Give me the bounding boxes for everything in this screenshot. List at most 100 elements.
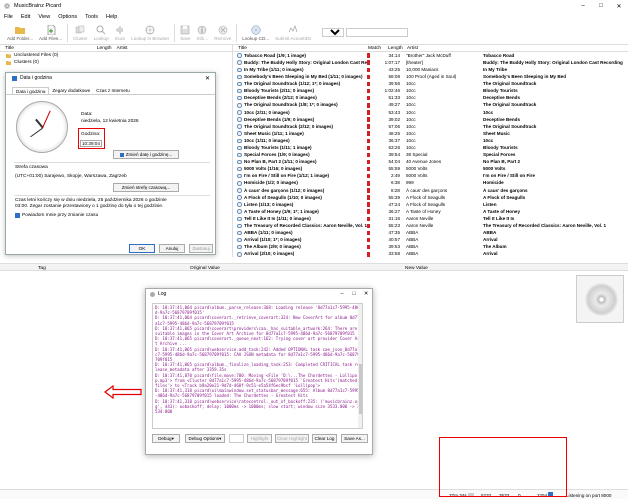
save-as-button[interactable]: Save As... [341,434,368,443]
submit-acoustids-button[interactable]: Submit AcoustIDs [272,22,314,44]
close-icon[interactable]: ✕ [205,75,210,82]
ok-button[interactable]: OK [129,244,155,253]
dialog-title: Data i godzina [20,75,52,81]
clear-log-button[interactable]: Clear Log [312,434,337,443]
maximize-icon[interactable]: □ [348,291,360,297]
album-row[interactable]: 5000 Volts (1/16; 0 images) 55:59 5000 Vol… [233,166,628,173]
notify-checkbox[interactable] [15,213,20,218]
album-row[interactable]: Tell It Like It Is (1/11; 0 images) 31:16… [233,215,628,222]
column-artist[interactable]: Artist [407,46,418,51]
info-button[interactable]: Info... [194,22,212,44]
album-row-title: Buddy: The Buddy Holly Story: Original L… [244,59,369,65]
cancel-button[interactable]: Anuluj [159,244,185,253]
log-scrollbar[interactable] [358,304,362,428]
album-row[interactable]: Arrival (1/10; 1*; 0 images) 40:57 ABBA Arr… [233,236,628,243]
lookup-cd-button[interactable]: Lookup CD... [239,22,272,44]
change-datetime-button[interactable]: Zmień datę i godzinę... [113,150,179,159]
album-row[interactable]: Buddy: The Buddy Holly Story: Original L… [233,59,628,66]
maximize-icon[interactable]: □ [592,3,610,10]
column-title[interactable]: Title [0,46,14,51]
column-match[interactable]: Match [368,46,381,51]
column-new-value[interactable]: New Value [405,266,428,271]
cluster-button[interactable]: Cluster [70,22,91,44]
column-title[interactable]: Title [238,46,247,51]
album-row[interactable]: À caus' des garçons (1/12; 0 images) 8:28… [233,187,628,194]
tab-additional-clocks[interactable]: Zegary dodatkowe [49,87,93,94]
menu-file[interactable]: File [4,14,13,20]
log-line: D: 10:37:41,870 picard\file.move:700: Mo… [155,372,358,389]
album-row[interactable]: Sheet Music (1/11; 1 image) 48:25 10cc Shee… [233,130,628,137]
lookup-button[interactable]: Lookup [91,22,112,44]
column-original-value[interactable]: Original Value [190,266,220,271]
highlight-button[interactable]: Highlight [247,434,272,443]
album-row[interactable]: In My Tribe (1/11; 0 images) 43:25 10,000 … [233,66,628,73]
album-row[interactable]: Homicide (1/2; 0 images) 6:38 999 Homicide [233,180,628,187]
column-artist[interactable]: Artist [112,46,128,51]
album-row[interactable]: Bloody Tourists (1/11; 1 image) 53:26 10cc… [233,144,628,151]
scan-button[interactable]: Scan [112,22,128,44]
close-icon[interactable]: ✕ [610,3,628,10]
search-type-select[interactable]: Album [322,28,345,37]
album-row[interactable]: Tobacco Road (1/9; 1 image) 34:14 "Brother… [233,52,628,59]
log-text-area[interactable]: D: 10:37:41,064 picard\album._parse_rele… [152,303,363,429]
clusters-item[interactable]: Clusters (0) [0,59,232,66]
add-folder-button[interactable]: Add Folder... [4,22,36,44]
minimize-icon[interactable]: – [574,3,592,10]
album-row[interactable]: 10cc (1/11; 0 images) 36:37 10cc 10cc [233,137,628,144]
menu-options[interactable]: Options [58,14,77,20]
album-row[interactable]: Somebody's Been Sleeping in My Bed (1/11… [233,73,628,80]
album-row-album: Bloody Tourists [483,88,518,94]
column-tag[interactable]: Tag [38,266,46,271]
change-timezone-button[interactable]: Zmień strefę czasową... [113,183,179,192]
album-row-title: Arrival (1/10; 1*; 0 images) [244,237,302,243]
album-row[interactable]: The Original Soundtrack (2/12; 0 images)… [233,123,628,130]
album-row-album: Arrival [483,251,498,257]
debug-options-button[interactable]: Debug Options ▾ [185,434,225,443]
album-row[interactable]: The Treasury of Recorded Classics: Aaron… [233,222,628,229]
highlight-input[interactable] [229,434,244,443]
album-row[interactable]: The Original Soundtrack (1/12; 1*; 0 ima… [233,80,628,87]
album-row[interactable]: 10cc (2/11; 0 images) 53:43 10cc 10cc [233,109,628,116]
column-length[interactable]: Length [388,46,403,51]
menu-edit[interactable]: Edit [21,14,30,20]
album-row[interactable]: The Album (2/9; 0 images) 39:53 ABBA The Al… [233,244,628,251]
album-row[interactable]: Deceptive Bends (1/9; 0 images) 39:02 10cc… [233,116,628,123]
album-row[interactable]: No Plan B, Part 2 (1/11; 0 images) 54:04 4… [233,158,628,165]
album-row[interactable]: Deceptive Bends (2/12; 0 images) 51:33 10c… [233,95,628,102]
album-row-album: Deceptive Bends [483,116,521,122]
minimize-icon[interactable]: – [336,291,348,297]
add-files-button[interactable]: Add Files... [36,22,65,44]
column-length[interactable]: Length [92,46,112,51]
scan-icon [115,25,123,34]
match-indicator [367,159,370,165]
album-row[interactable]: ABBA (1/11; 0 images) 47:35 ABBA ABBA [233,229,628,236]
album-row[interactable]: Arrival (2/10; 0 images) 33:58 ABBA Arrival [233,251,628,258]
album-row-artist: 10cc [406,88,416,94]
menu-tools[interactable]: Tools [85,14,98,20]
album-row[interactable]: Listen (1/13; 0 images) 47:24 A Flock of S… [233,201,628,208]
debug-level-select[interactable]: Debug ▾ [152,434,180,443]
album-row[interactable]: A Flock of Seagulls (1/10; 0 images) 55:3… [233,194,628,201]
remove-button[interactable]: Remove [211,22,234,44]
album-row[interactable]: I'm on Fire / Still on Fire (1/12; 1 ima… [233,173,628,180]
album-row[interactable]: The Original Soundtrack (1/8; 1*; 0 imag… [233,102,628,109]
album-row-length: 48:25 [388,130,401,136]
tab-internet-time[interactable]: Czas z Internetu [93,87,132,94]
album-row-length: 57:06 [388,123,401,129]
menu-view[interactable]: View [38,14,50,20]
save-button[interactable]: Save [177,22,193,44]
lookup-in-browser-button[interactable]: Lookup in Browser [128,22,172,44]
close-icon[interactable]: ✕ [360,291,372,297]
scrollbar-thumb[interactable] [358,364,362,414]
search-input[interactable] [346,28,409,37]
menu-help[interactable]: Help [106,14,117,20]
cover-art[interactable] [572,272,628,332]
album-row-album: 10cc [483,109,494,115]
clear-highlight-button[interactable]: Clear Highlight [275,434,309,443]
album-row[interactable]: Special Forces (1/9; 0 images) 39:54 38 Sp… [233,151,628,158]
tab-date-time[interactable]: Data i godzina [12,87,50,94]
album-row[interactable]: A Taste of Honey (1/9; 1*; 1 image) 36:27… [233,208,628,215]
apply-button[interactable]: Zastosuj [189,244,213,253]
unclustered-files-item[interactable]: Unclustered Files (0) [0,52,232,59]
album-row[interactable]: Bloody Tourists (2/11; 0 images) 1:02:46 1… [233,87,628,94]
